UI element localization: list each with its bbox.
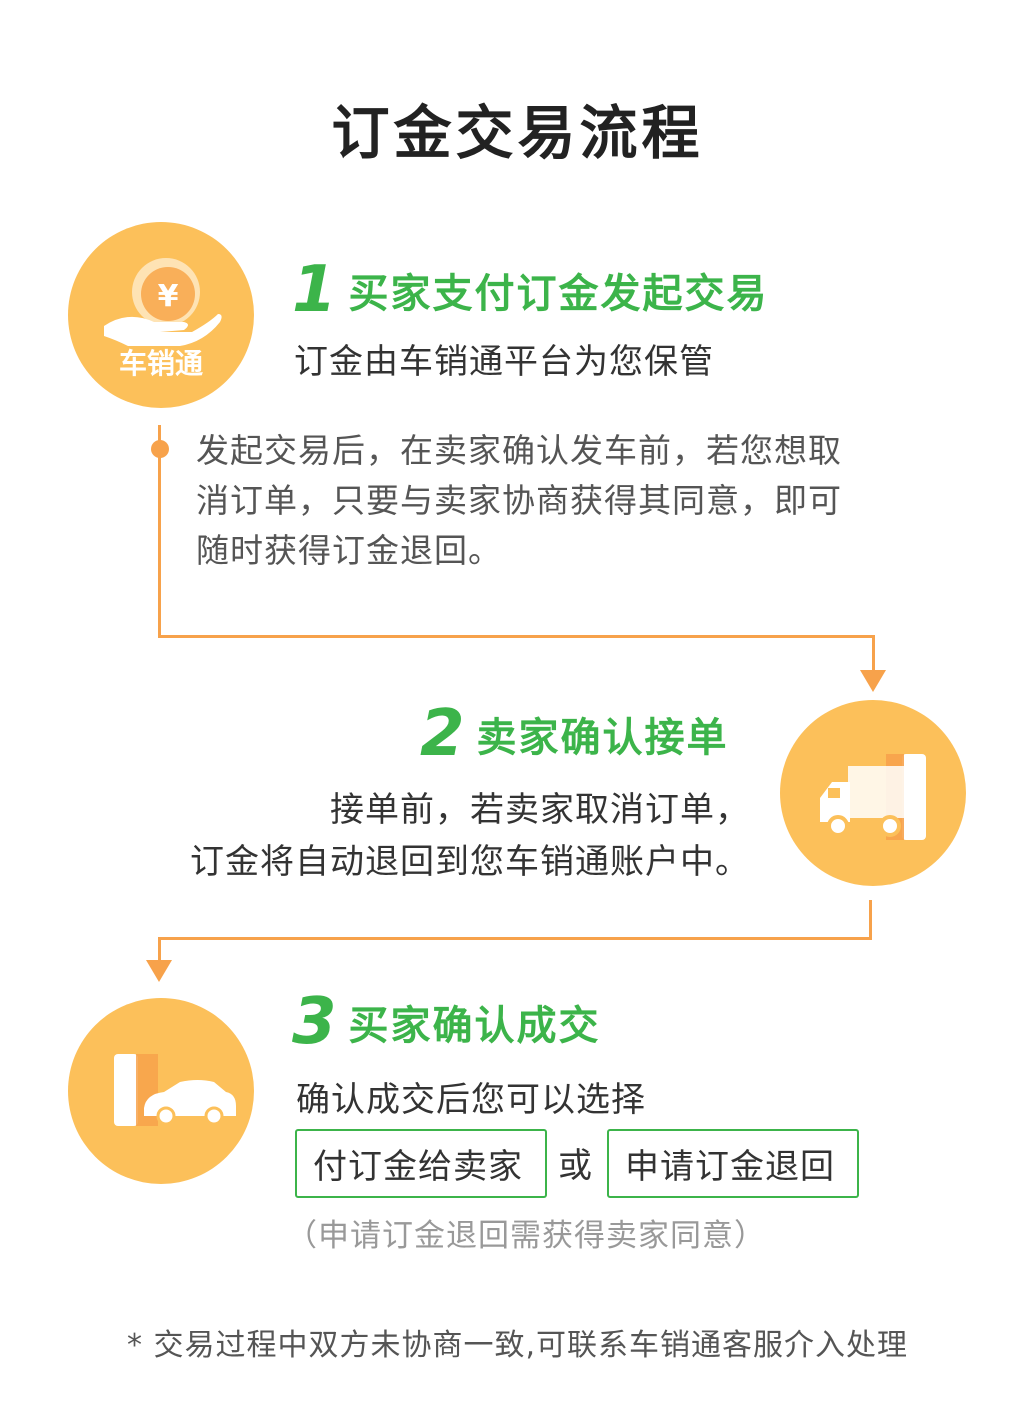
step2-heading: 2 卖家确认接单 bbox=[420, 702, 729, 766]
step1-line: 消订单，只要与卖家协商获得其同意，即可 bbox=[196, 481, 842, 520]
pay-deposit-option: 付订金给卖家 bbox=[295, 1129, 547, 1198]
connector-line bbox=[869, 900, 872, 940]
step1-title: 买家支付订金发起交易 bbox=[348, 271, 769, 317]
footer-note: * 交易过程中双方未协商一致,可联系车销通客服介入处理 bbox=[126, 1328, 909, 1363]
step1-line: 随时获得订金退回。 bbox=[196, 531, 502, 570]
icon-label: 车销通 bbox=[118, 347, 203, 380]
step3-heading: 3 买家确认成交 bbox=[292, 990, 601, 1054]
refund-note: （申请订金退回需获得卖家同意） bbox=[286, 1218, 766, 1254]
step2-line: 订金将自动退回到您车销通账户中。 bbox=[190, 842, 750, 882]
connector-line bbox=[158, 937, 161, 961]
step3-subtitle: 确认成交后您可以选择 bbox=[296, 1080, 646, 1120]
svg-text:¥: ¥ bbox=[158, 279, 179, 314]
connector-line bbox=[158, 937, 872, 940]
step2-line: 接单前，若卖家取消订单， bbox=[330, 790, 750, 830]
step1-circle: ¥ 车销通 bbox=[68, 222, 254, 408]
connector-line bbox=[872, 635, 875, 671]
connector-line bbox=[158, 425, 161, 637]
truck-icon bbox=[820, 754, 926, 840]
refund-request-option: 申请订金退回 bbox=[607, 1129, 859, 1198]
car-icon bbox=[114, 1054, 236, 1126]
arrow-down-icon bbox=[146, 960, 172, 982]
connector-line bbox=[158, 635, 874, 638]
step2-title: 卖家确认接单 bbox=[476, 715, 729, 761]
step3-circle bbox=[68, 998, 254, 1184]
page-title: 订金交易流程 bbox=[331, 99, 704, 167]
step2-number: 2 bbox=[420, 697, 465, 771]
step1-number: 1 bbox=[292, 253, 337, 327]
arrow-down-icon bbox=[860, 670, 886, 692]
step3-number: 3 bbox=[292, 985, 337, 1059]
step2-circle bbox=[780, 700, 966, 886]
or-text: 或 bbox=[558, 1146, 593, 1186]
step1-description: 发起交易后，在卖家确认发车前，若您想取 消订单，只要与卖家协商获得其同意，即可 … bbox=[196, 426, 916, 576]
step1-heading: 1 买家支付订金发起交易 bbox=[292, 258, 769, 322]
step3-title: 买家确认成交 bbox=[348, 1003, 601, 1049]
step1-subtitle: 订金由车销通平台为您保管 bbox=[294, 342, 714, 382]
step1-line: 发起交易后，在卖家确认发车前，若您想取 bbox=[196, 431, 842, 470]
